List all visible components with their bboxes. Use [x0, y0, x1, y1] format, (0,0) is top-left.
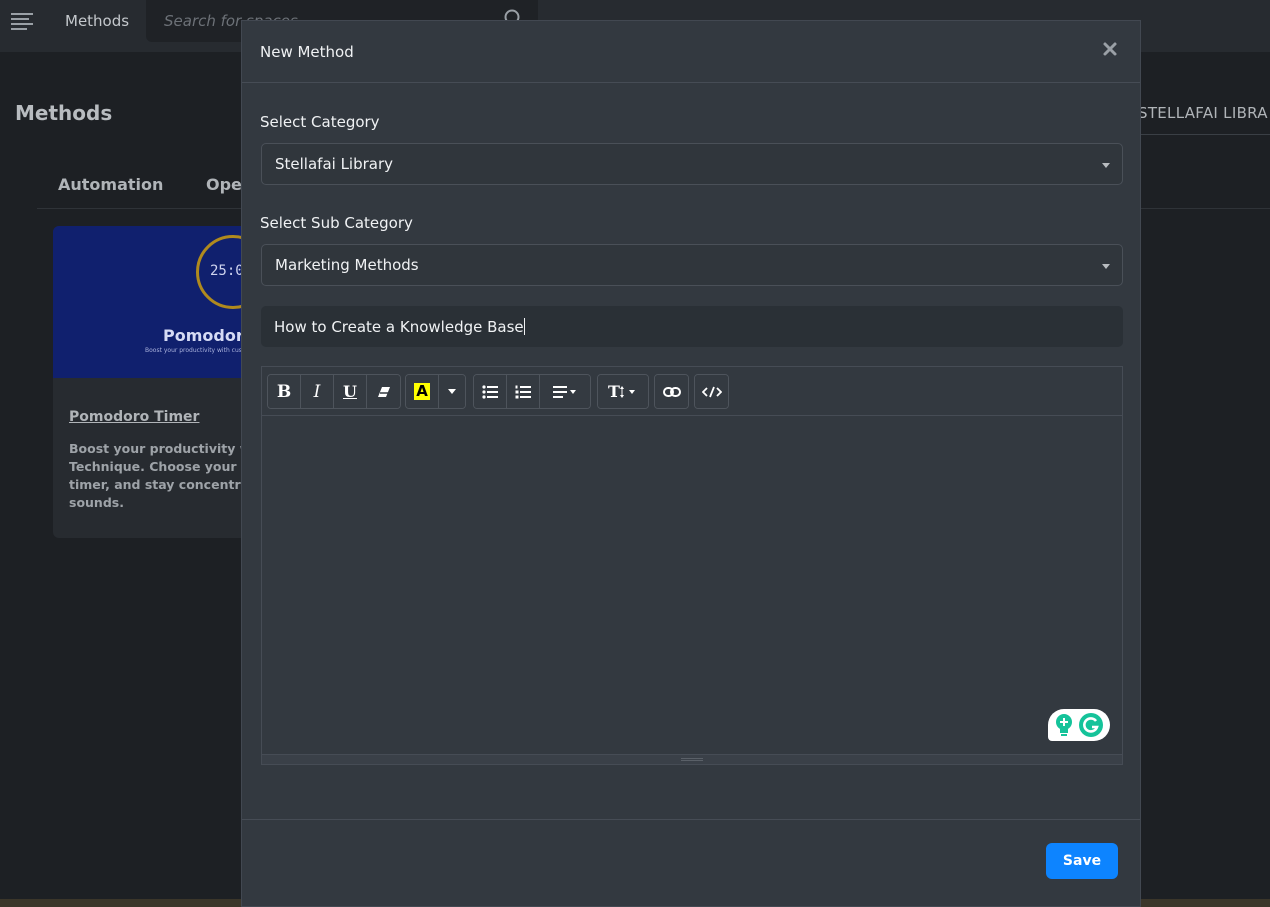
method-card[interactable]: 25:0 Pomodoro Boost your productivity wi… — [53, 226, 253, 538]
card-thumbnail: 25:0 Pomodoro Boost your productivity wi… — [53, 226, 253, 378]
chevron-down-icon — [1102, 163, 1110, 168]
category-label: Select Category — [260, 113, 380, 131]
clear-format-button[interactable] — [367, 375, 400, 408]
align-dropdown-button[interactable] — [540, 375, 590, 408]
thumbnail-title: Pomodoro — [163, 326, 253, 345]
font-size-icon: T — [608, 382, 638, 401]
new-method-modal: New Method Select Category Stellafai Lib… — [241, 20, 1141, 907]
editor-toolbar: B I U A T — [262, 367, 1122, 416]
card-description: Boost your productivity wi Technique. Ch… — [69, 441, 253, 510]
highlight-button[interactable]: A — [406, 375, 439, 408]
timer-text: 25:0 — [210, 263, 244, 279]
color-group: A — [405, 374, 466, 409]
hamburger-menu-icon[interactable] — [11, 13, 33, 30]
category-select[interactable]: Stellafai Library — [261, 143, 1123, 185]
grip-icon — [681, 758, 703, 761]
tab-ope[interactable]: Ope — [206, 175, 242, 194]
modal-title: New Method — [260, 43, 354, 61]
highlight-icon: A — [414, 382, 430, 400]
caret-down-icon — [448, 389, 456, 394]
tab-automation[interactable]: Automation — [58, 175, 163, 194]
editor-resize-handle[interactable] — [262, 754, 1122, 764]
link-button[interactable] — [655, 375, 688, 408]
card-title[interactable]: Pomodoro Timer — [69, 409, 199, 425]
link-icon — [662, 386, 681, 397]
font-size-button[interactable]: T — [598, 375, 648, 408]
underline-button[interactable]: U — [334, 375, 367, 408]
code-icon — [701, 386, 722, 397]
library-divider — [1138, 134, 1270, 135]
library-tab[interactable]: STELLAFAI LIBRA — [1138, 104, 1268, 122]
eraser-icon — [377, 386, 390, 397]
category-value: Stellafai Library — [275, 155, 394, 173]
font-size-group: T — [597, 374, 649, 409]
color-dropdown-button[interactable] — [439, 375, 465, 408]
grammarly-widget[interactable] — [1048, 709, 1110, 741]
modal-footer-divider — [242, 819, 1140, 820]
italic-button[interactable]: I — [301, 375, 334, 408]
modal-header: New Method — [242, 21, 1140, 83]
underline-icon: U — [343, 382, 357, 401]
bullet-list-button[interactable] — [474, 375, 507, 408]
code-group — [694, 374, 729, 409]
subcategory-value: Marketing Methods — [275, 256, 419, 274]
grammarly-icon — [1079, 713, 1103, 737]
rich-text-editor: B I U A T — [261, 366, 1123, 765]
subcategory-select[interactable]: Marketing Methods — [261, 244, 1123, 286]
save-button[interactable]: Save — [1046, 843, 1118, 879]
page-title: Methods — [15, 101, 113, 125]
chevron-down-icon — [1102, 264, 1110, 269]
bullet-list-icon — [482, 384, 498, 399]
code-view-button[interactable] — [695, 375, 728, 408]
link-group — [654, 374, 689, 409]
align-left-icon — [553, 385, 576, 398]
bulb-icon — [1056, 714, 1072, 736]
format-group: B I U — [267, 374, 401, 409]
text-cursor — [523, 318, 525, 335]
thumbnail-subtitle: Boost your productivity with cus — [145, 347, 242, 354]
bold-button[interactable]: B — [268, 375, 301, 408]
nav-title[interactable]: Methods — [65, 12, 129, 30]
subcategory-label: Select Sub Category — [260, 214, 413, 232]
editor-content-area[interactable] — [262, 416, 1122, 754]
italic-icon: I — [313, 381, 321, 402]
numbered-list-icon — [515, 385, 531, 398]
paragraph-group — [473, 374, 591, 409]
method-name-input[interactable]: How to Create a Knowledge Base — [261, 306, 1123, 347]
close-icon[interactable] — [1102, 41, 1118, 57]
bold-icon: B — [276, 381, 292, 402]
numbered-list-button[interactable] — [507, 375, 540, 408]
method-name-value: How to Create a Knowledge Base — [274, 318, 525, 336]
